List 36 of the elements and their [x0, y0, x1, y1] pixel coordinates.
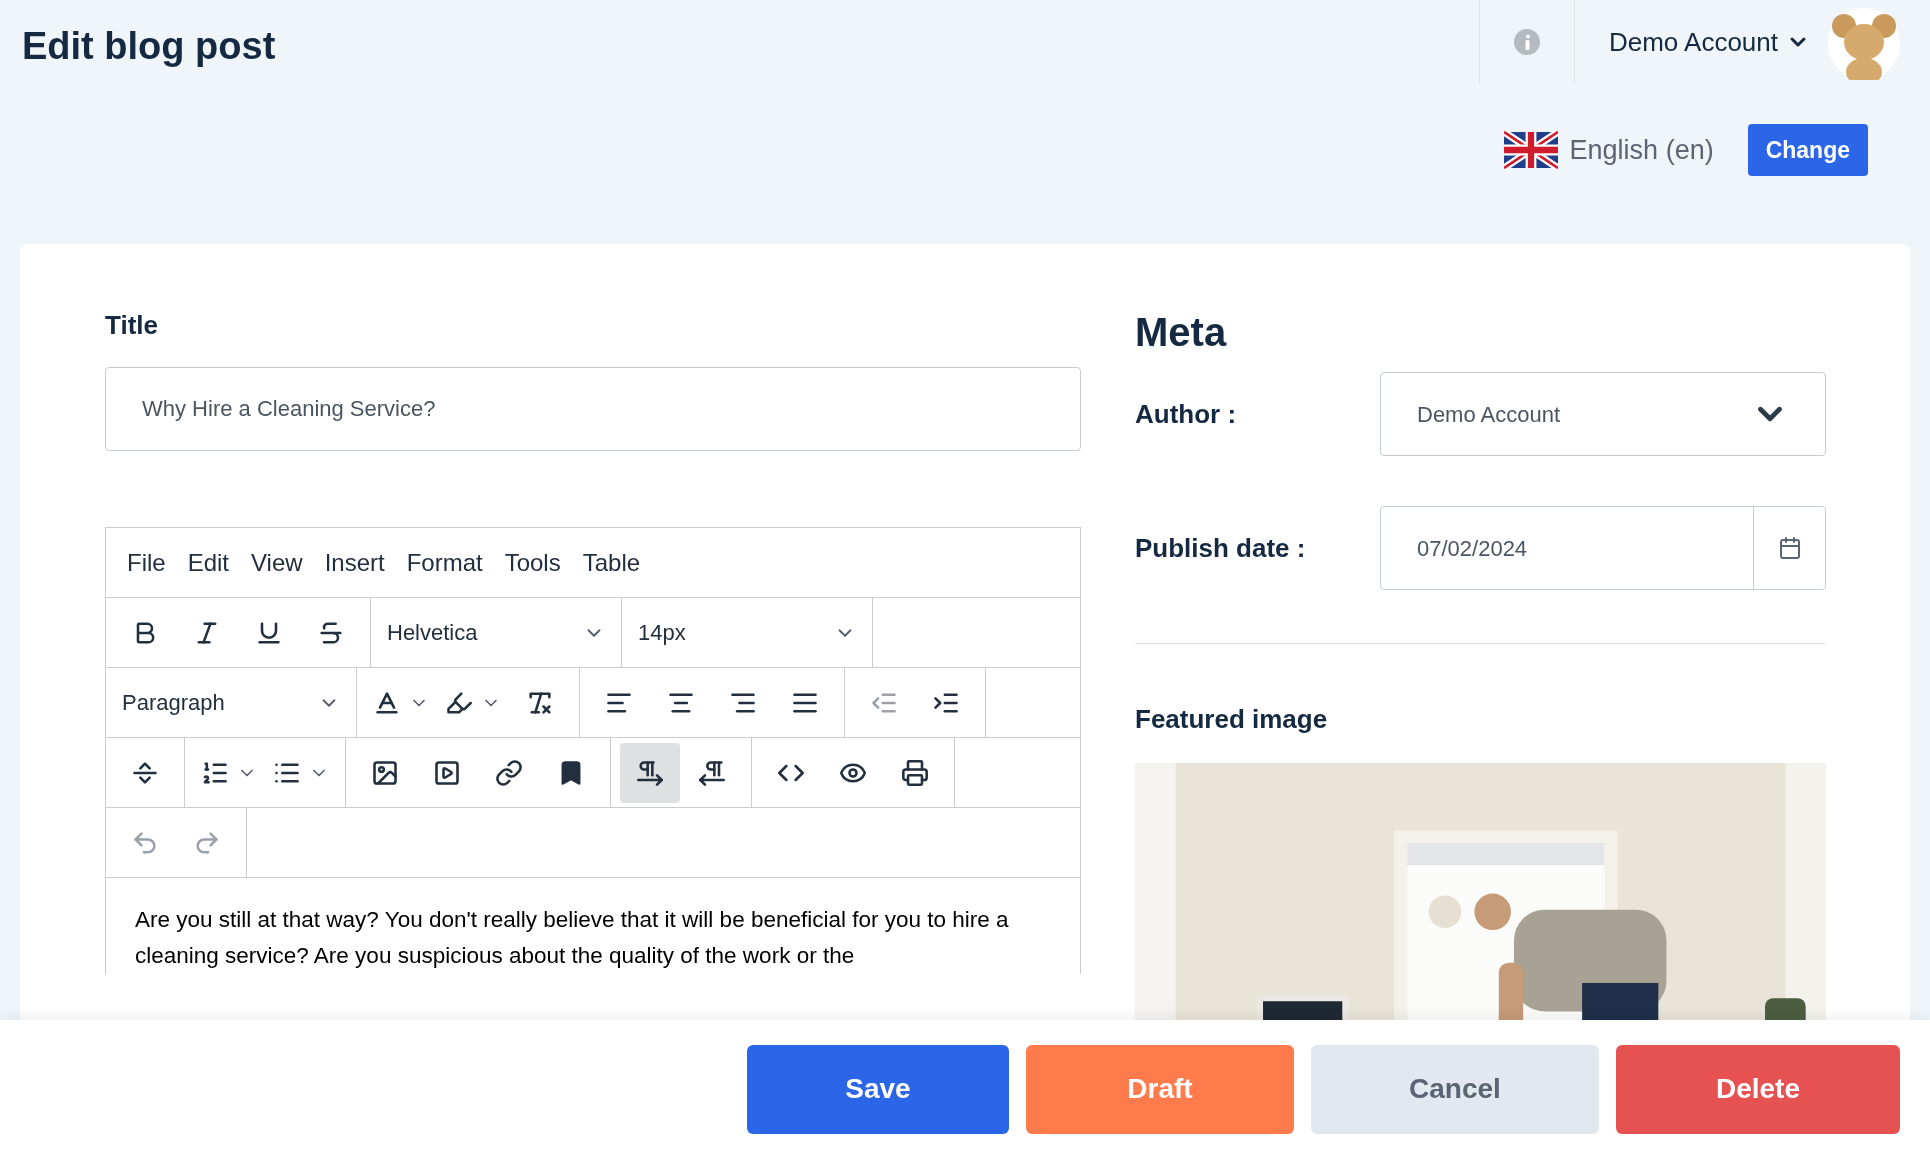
menu-item[interactable]: Format — [395, 544, 494, 581]
language-label: English (en) — [1569, 133, 1714, 167]
menu-item[interactable]: Table — [571, 544, 652, 581]
change-button[interactable]: Change — [1747, 124, 1868, 176]
field-label: Publish date : — [1135, 531, 1307, 565]
field-label: Featured image — [1135, 703, 1329, 736]
print-icon — [901, 758, 929, 787]
field-label: Title — [105, 309, 159, 342]
menu-item[interactable]: File — [116, 544, 177, 581]
action-button[interactable]: Cancel — [1311, 1044, 1599, 1134]
avatar[interactable] — [1828, 8, 1900, 80]
section-heading: Meta — [1135, 309, 1228, 356]
field-label: Author : — [1135, 397, 1238, 431]
date-field[interactable]: 07/02/2024 — [1380, 506, 1826, 590]
flag-icon — [1503, 131, 1558, 169]
action-button[interactable]: Save — [747, 1044, 1009, 1134]
link-icon — [495, 758, 523, 787]
pilcrow-icon — [636, 758, 664, 787]
menu-item[interactable]: Insert — [313, 544, 396, 581]
toolbar-dropdown[interactable]: 14px — [630, 604, 864, 661]
page-title: Edit blog post — [21, 24, 277, 69]
calendar-icon — [1777, 536, 1802, 560]
toolbar-button[interactable] — [620, 742, 680, 803]
pilcrow-icon — [698, 758, 726, 787]
image-icon — [371, 758, 399, 787]
editor-text[interactable]: Are you still at that way? You don't really believe that it will be beneficial for you to hire a cleaning service? Are you suspicious about the quality of the work or the — [106, 878, 1080, 974]
author-select[interactable]: Demo Account — [1380, 372, 1826, 456]
action-button[interactable]: Delete — [1616, 1044, 1900, 1134]
toolbar-dropdown[interactable]: Paragraph — [114, 674, 348, 731]
menu-item[interactable]: View — [240, 544, 314, 581]
menu-item[interactable]: Tools — [493, 544, 572, 581]
title-input[interactable]: Why Hire a Cleaning Service? — [105, 367, 1081, 451]
toolbar-dropdown[interactable]: Helvetica — [379, 604, 613, 661]
video-icon — [433, 758, 461, 787]
account-menu[interactable]: Demo Account — [1574, 0, 1828, 84]
menu-item[interactable]: Edit — [176, 544, 241, 581]
